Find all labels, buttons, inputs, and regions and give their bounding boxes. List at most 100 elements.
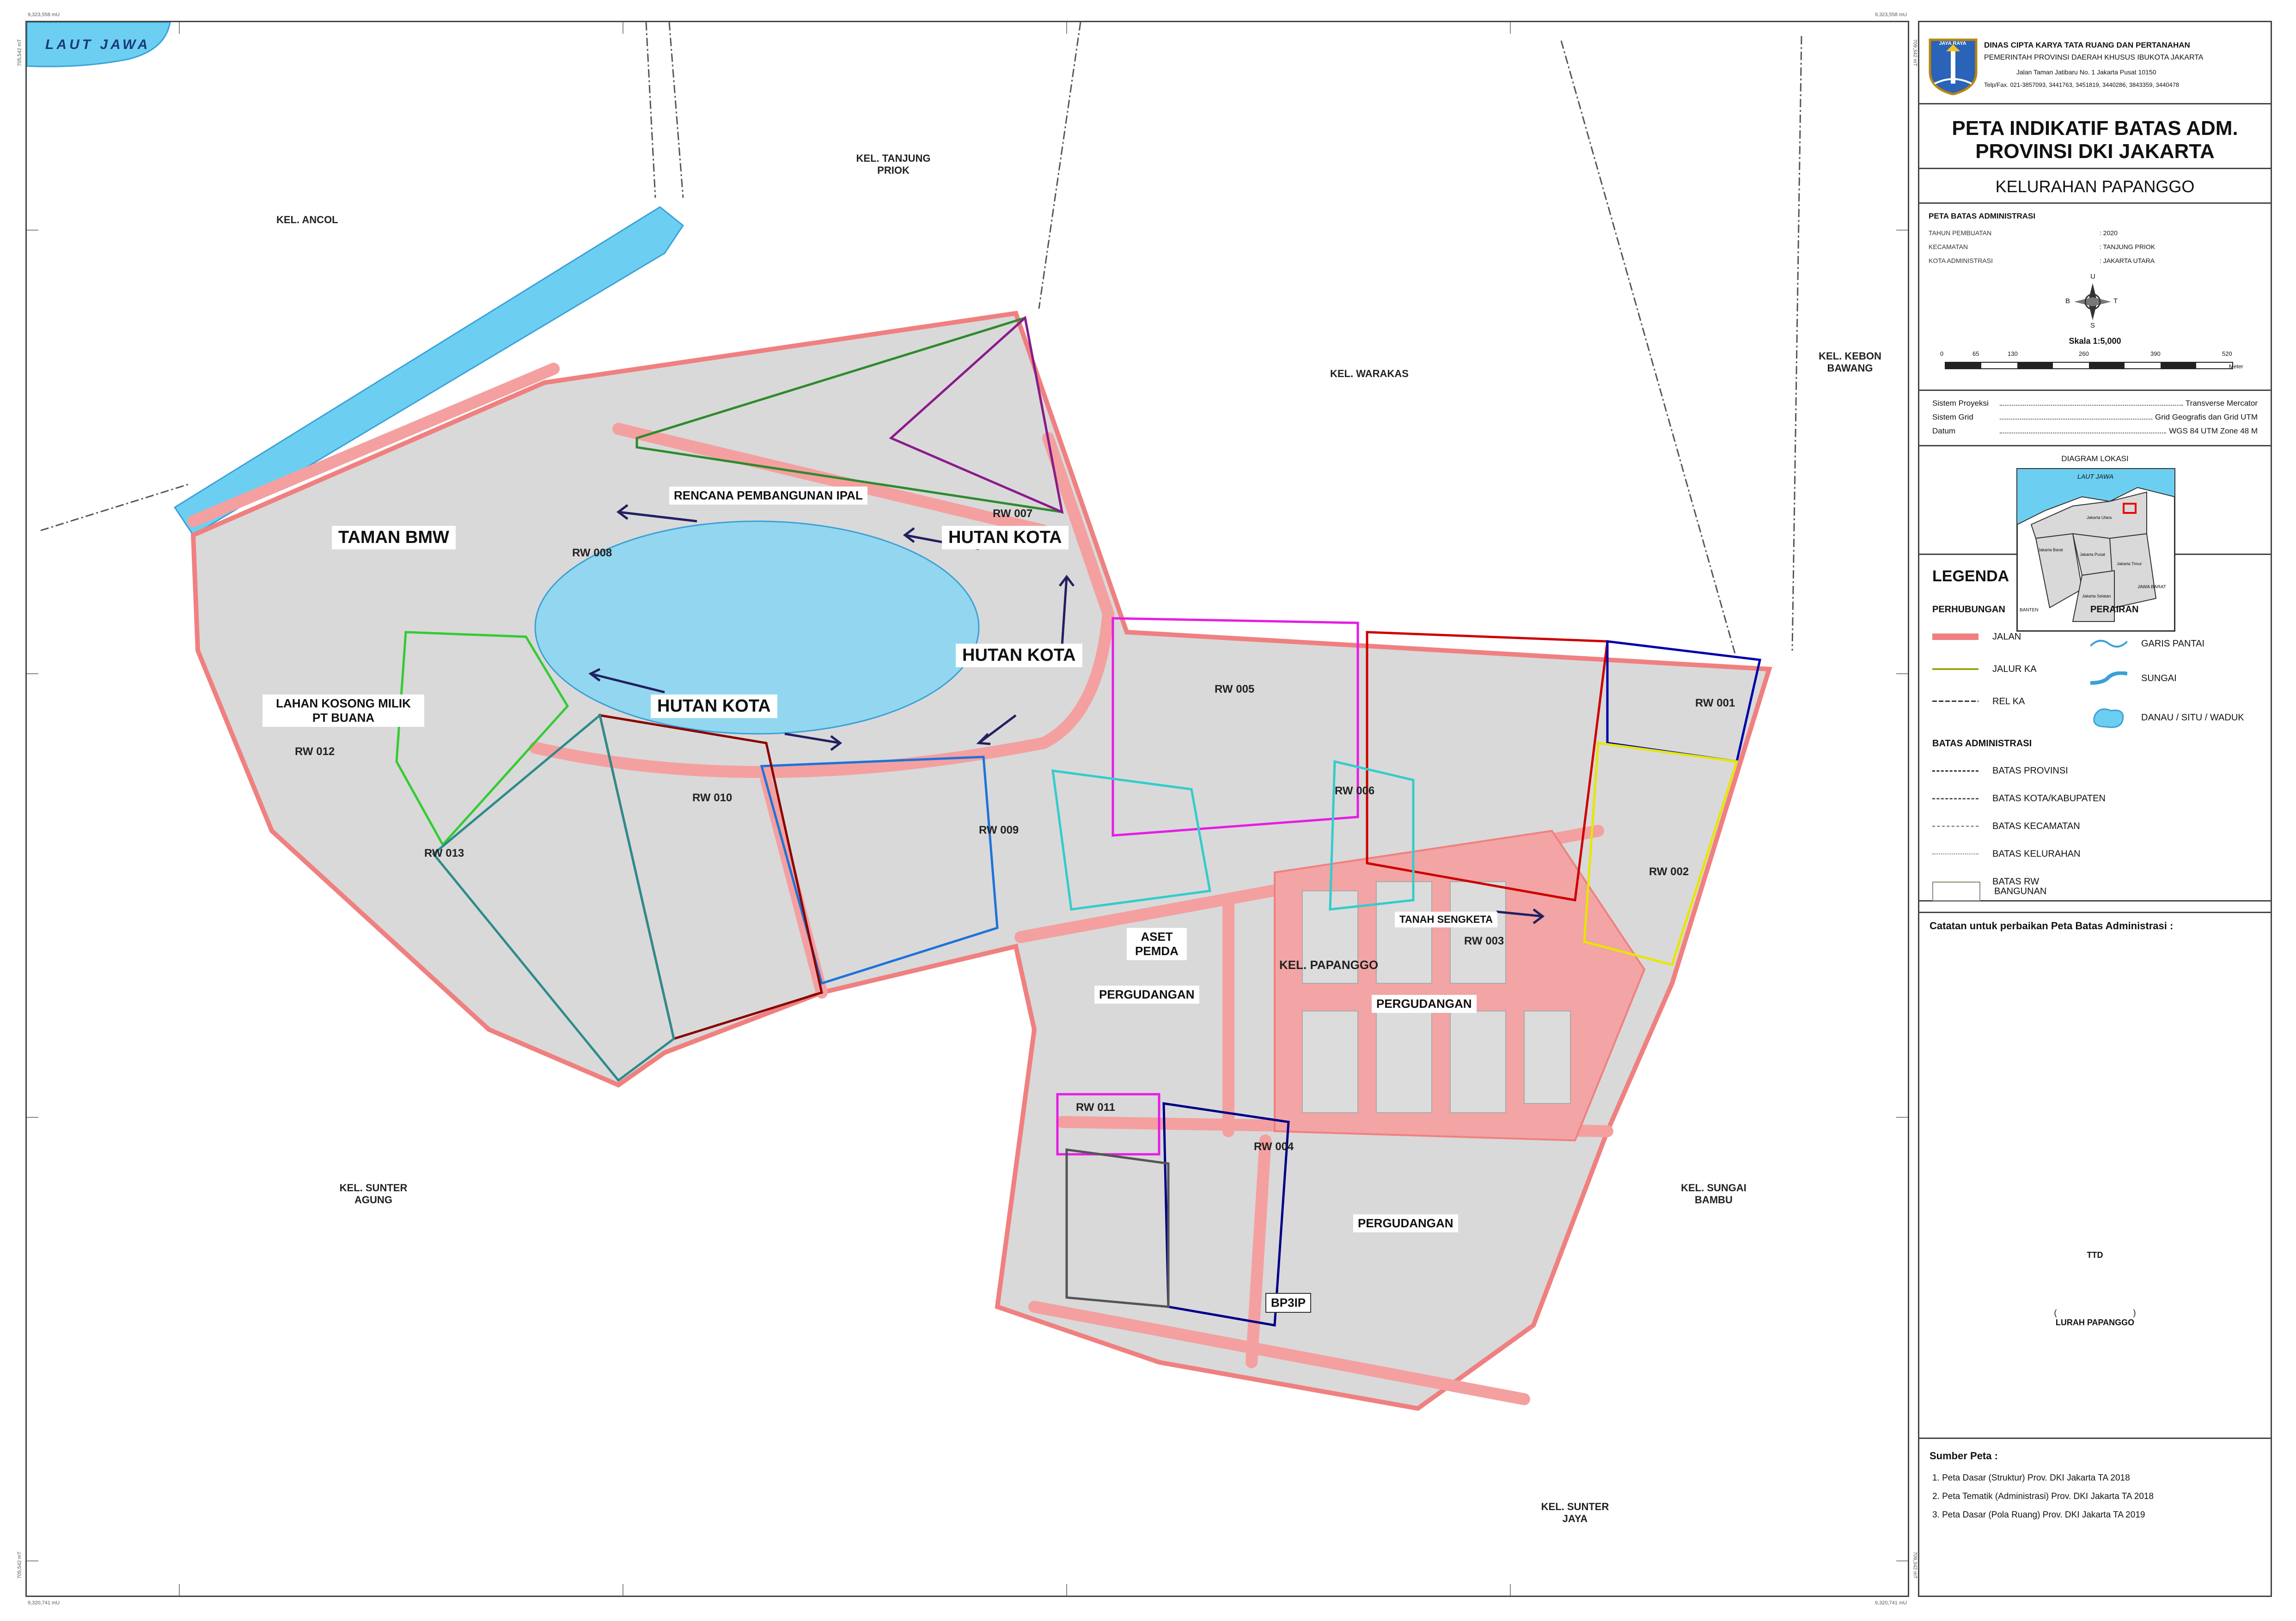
map-canvas xyxy=(27,22,1908,1596)
legend-jalan: JALAN xyxy=(1932,630,2021,644)
rw-003-label: RW 003 xyxy=(1464,935,1504,947)
map-frame[interactable]: LAUT JAWA KEL. ANCOL KEL. TANJUNG PRIOK … xyxy=(17,12,1917,1606)
coord-right-top: 709,342 mT xyxy=(1912,39,1918,67)
compass-e: T xyxy=(2113,297,2118,305)
compass-rose: U S T B xyxy=(2065,273,2118,329)
meta-section: PETA BATAS ADMINISTRASI TAHUN PEMBUATAN:… xyxy=(1919,202,2271,632)
loc-utara: Jakarta Utara xyxy=(2087,515,2112,520)
location-heading: DIAGRAM LOKASI xyxy=(2061,454,2129,463)
org-line1: DINAS CIPTA KARYA TATA RUANG DAN PERTANA… xyxy=(1984,41,2190,49)
sources-heading: Sumber Peta : xyxy=(1930,1450,1998,1462)
hutan-kota-label-3: HUTAN KOTA xyxy=(651,695,777,718)
meta-row-kecamatan: KECAMATAN: TANJUNG PRIOK xyxy=(1929,243,2156,250)
neighbor-sunter-jaya: KEL. SUNTER JAYA xyxy=(1541,1501,1609,1524)
coord-left-bottom: 705,542 mT xyxy=(17,1551,23,1579)
perhubungan-heading: PERHUBUNGAN xyxy=(1932,604,2005,615)
rw-009-label: RW 009 xyxy=(979,824,1019,836)
hutan-kota-label-1: HUTAN KOTA xyxy=(942,526,1069,549)
meta-row-tahun: TAHUN PEMBUATAN: 2020 xyxy=(1929,229,2118,237)
legend-batas-kota: BATAS KOTA/KABUPATEN xyxy=(1932,792,2106,805)
legend-jalur-ka: JALUR KA xyxy=(1932,662,2037,676)
rw-011-label: RW 011 xyxy=(1076,1101,1115,1114)
scale-bar xyxy=(1945,362,2233,369)
legend-sungai: SUNGAI xyxy=(2090,671,2177,685)
perairan-heading: PERAIRAN xyxy=(2090,604,2139,615)
rw-006-label: RW 006 xyxy=(1335,785,1375,797)
neighbor-sungai-bambu: KEL. SUNGAI BAMBU xyxy=(1681,1182,1746,1206)
legend-batas-kecamatan: BATAS KECAMATAN xyxy=(1932,819,2080,833)
coord-bottom-right: 9,320,741 mU xyxy=(1875,1600,1907,1606)
map-title-line1: PETA INDIKATIF BATAS ADM. xyxy=(1952,117,2238,140)
neighbor-tanjung-priok: KEL. TANJUNG PRIOK xyxy=(856,152,931,176)
jaya-raya-logo: JAYA RAYA xyxy=(1928,35,1978,96)
coord-bottom-left: 9,320,741 mU xyxy=(28,1600,60,1606)
sys-row-datum: Datum WGS 84 UTM Zone 48 M xyxy=(1932,427,2258,435)
meta-row-kota: KOTA ADMINISTRASI: JAKARTA UTARA xyxy=(1929,257,2155,264)
logo-text: JAYA RAYA xyxy=(1939,41,1966,46)
rw-007-label: RW 007 xyxy=(993,507,1033,520)
legend-batas-kelurahan: BATAS KELURAHAN xyxy=(1932,847,2080,861)
sea-label: LAUT JAWA xyxy=(45,37,151,52)
batas-heading: BATAS ADMINISTRASI xyxy=(1932,738,2032,749)
taman-bmw-label: TAMAN BMW xyxy=(332,526,456,549)
ttd-label: TTD xyxy=(2087,1250,2103,1260)
lahan-kosong-label: LAHAN KOSONG MILIK PT BUANA xyxy=(263,695,424,727)
map-title-line2: PROVINSI DKI JAKARTA xyxy=(1975,140,2215,163)
pergudangan-label-1: PERGUDANGAN xyxy=(1094,986,1199,1004)
rw-008-label: RW 008 xyxy=(572,547,612,559)
legend-garis-pantai: GARIS PANTAI xyxy=(2089,637,2204,651)
source-2: 2. Peta Tematik (Administrasi) Prov. DKI… xyxy=(1932,1492,2154,1501)
title-section: PETA INDIKATIF BATAS ADM. PROVINSI DKI J… xyxy=(1919,103,2271,169)
neighbor-ancol: KEL. ANCOL xyxy=(276,214,338,225)
rw-013-label: RW 013 xyxy=(424,847,464,859)
side-panel: JAYA RAYA DINAS CIPTA KARYA TATA RUANG D… xyxy=(1918,21,2272,1597)
kelurahan-papanggo-label: KEL. PAPANGGO xyxy=(1279,958,1379,972)
pergudangan-label-3: PERGUDANGAN xyxy=(1353,1214,1458,1232)
scale-label: Skala 1:5,000 xyxy=(2069,336,2121,346)
aset-pemda-label: ASET PEMDA xyxy=(1127,928,1187,960)
compass-w: B xyxy=(2065,297,2070,305)
sources-section: Sumber Peta : 1. Peta Dasar (Struktur) P… xyxy=(1919,1436,2271,1596)
kelurahan-title: KELURAHAN PAPANGGO xyxy=(1995,177,2195,196)
sys-row-grid: Sistem Grid Grid Geografis dan Grid UTM xyxy=(1932,413,2258,421)
loc-barat: Jakarta Barat xyxy=(2038,548,2063,552)
rw-004-label: RW 004 xyxy=(1254,1140,1294,1153)
org-address: Jalan Taman Jatibaru No. 1 Jakarta Pusat… xyxy=(2016,68,2156,76)
source-1: 1. Peta Dasar (Struktur) Prov. DKI Jakar… xyxy=(1932,1473,2130,1483)
sys-row-proyeksi: Sistem Proyeksi Transverse Mercator xyxy=(1932,399,2258,408)
coord-top-right: 9,323,558 mU xyxy=(1875,12,1907,18)
legend-batas-provinsi: BATAS PROVINSI xyxy=(1932,764,2068,778)
coord-left-top: 705,542 mT xyxy=(17,39,23,67)
kelurahan-section: KELURAHAN PAPANGGO xyxy=(1919,168,2271,204)
legend-section: LEGENDA PERHUBUNGAN PERAIRAN JALAN JALUR… xyxy=(1919,554,2271,902)
meta-heading: PETA BATAS ADMINISTRASI xyxy=(1929,212,2036,220)
compass-s: S xyxy=(2090,322,2095,329)
rw-001-label: RW 001 xyxy=(1695,697,1735,709)
coord-right-bottom: 709,342 mT xyxy=(1912,1551,1918,1579)
neighbor-kebon-bawang: KEL. KEBON BAWANG xyxy=(1819,350,1881,374)
legend-rel-ka: REL KA xyxy=(1932,695,2025,708)
bp3ip-label: BP3IP xyxy=(1265,1293,1312,1313)
notes-heading: Catatan untuk perbaikan Peta Batas Admin… xyxy=(1930,920,2174,932)
ipal-label: RENCANA PEMBANGUNAN IPAL xyxy=(669,487,867,505)
header-section: JAYA RAYA DINAS CIPTA KARYA TATA RUANG D… xyxy=(1919,22,2271,104)
rw-010-label: RW 010 xyxy=(692,792,733,804)
neighbor-warakas: KEL. WARAKAS xyxy=(1330,368,1409,379)
tanah-sengketa-label: TANAH SENGKETA xyxy=(1395,912,1498,927)
rw-005-label: RW 005 xyxy=(1215,683,1255,695)
coord-top-left: 9,323,558 mU xyxy=(28,12,60,18)
source-3: 3. Peta Dasar (Pola Ruang) Prov. DKI Jak… xyxy=(1932,1510,2145,1520)
legend-heading: LEGENDA xyxy=(1932,567,2009,585)
notes-section: Catatan untuk perbaikan Peta Batas Admin… xyxy=(1919,912,2271,1439)
org-phone: Telp/Fax. 021-3857093, 3441763, 3451819,… xyxy=(1984,81,2180,88)
legend-bangunan: BANGUNAN xyxy=(1932,882,2046,901)
lurah-label: ( ) LURAH PAPANGGO xyxy=(2054,1308,2136,1327)
neighbor-sunter-agung: KEL. SUNTER AGUNG xyxy=(339,1182,408,1206)
rw-002-label: RW 002 xyxy=(1649,865,1689,878)
loc-sea: LAUT JAWA xyxy=(2077,473,2114,480)
org-line2: PEMERINTAH PROVINSI DAERAH KHUSUS IBUKOT… xyxy=(1984,54,2204,61)
pergudangan-label-2: PERGUDANGAN xyxy=(1372,995,1477,1013)
compass-n: U xyxy=(2090,273,2095,280)
legend-danau: DANAU / SITU / WADUK xyxy=(2090,706,2244,729)
rw-012-label: RW 012 xyxy=(295,745,335,758)
